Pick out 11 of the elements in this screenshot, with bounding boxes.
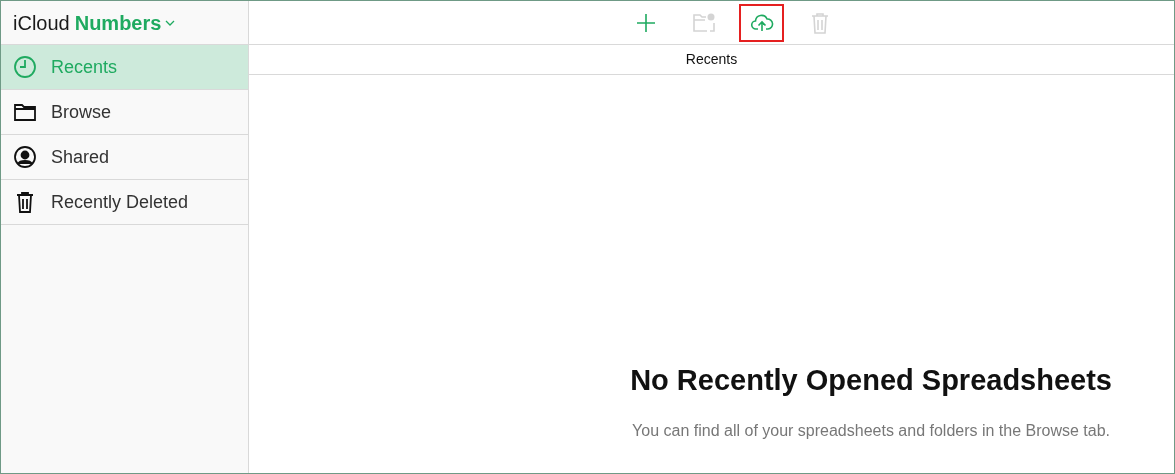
- clock-icon: [13, 55, 37, 79]
- chevron-down-icon: [165, 19, 176, 26]
- person-icon: [13, 145, 37, 169]
- section-title: Recents: [685, 50, 738, 69]
- sidebar-item[interactable]: Browse: [1, 90, 248, 135]
- brand-label: iCloud: [13, 10, 70, 36]
- sidebar-item[interactable]: Shared: [1, 135, 248, 180]
- empty-state-message: You can find all of your spreadsheets and folders in the Browse tab.: [632, 420, 1111, 441]
- upload-button[interactable]: [739, 3, 784, 42]
- sidebar-item[interactable]: Recently Deleted: [1, 180, 248, 225]
- empty-state-title: No Recently Opened Spreadsheets: [630, 363, 1112, 398]
